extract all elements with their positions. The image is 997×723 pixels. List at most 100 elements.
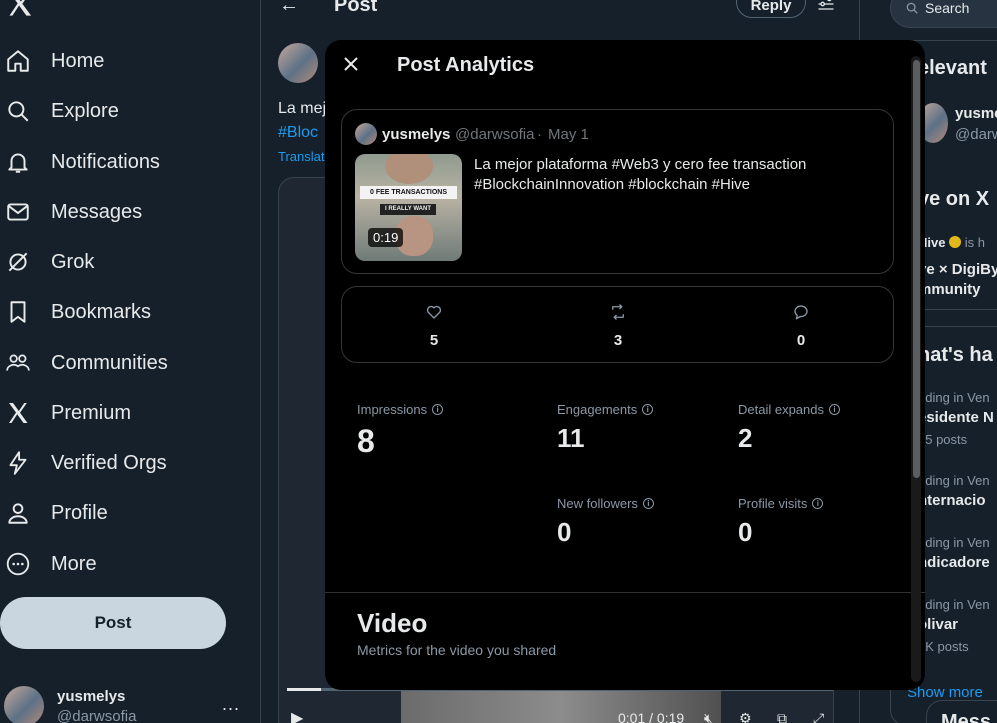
heart-icon (426, 305, 442, 319)
live-title-line1[interactable]: ve × DigiBy (918, 261, 997, 278)
trend-name[interactable]: ndicadore (918, 554, 990, 571)
likes-count: 5 (429, 332, 439, 349)
mute-icon[interactable]: 🔇︎ (704, 710, 713, 723)
nav-communities[interactable]: Communities (0, 341, 168, 385)
messages-drawer[interactable]: Mess (926, 700, 997, 723)
trend-count: 85 posts (918, 432, 968, 447)
nav-explore[interactable]: Explore (0, 89, 119, 133)
thumbnail-figure (385, 154, 433, 184)
trend-context: nding in Ven (918, 390, 990, 405)
trend-name[interactable]: esidente N (918, 409, 994, 426)
nav-label: Explore (51, 99, 119, 122)
more-options-icon[interactable]: ... (222, 694, 240, 715)
live-host[interactable]: Hive is h (918, 235, 985, 250)
nav-label: Bookmarks (51, 300, 152, 323)
search-placeholder: Search (925, 0, 970, 16)
thumbnail-caption: I REALLY WANT (380, 204, 436, 215)
post-preview-card[interactable]: yusmelys @darwsofia · May 1 0 FEE TRANSA… (341, 109, 894, 274)
nav-label: Messages (51, 200, 143, 223)
trend-context: nding in Ven (918, 473, 990, 488)
fullscreen-icon[interactable]: ⤢ (813, 710, 824, 723)
search-icon (906, 2, 918, 14)
info-icon[interactable]: i (642, 498, 654, 509)
metric-label: New followers (557, 496, 638, 511)
metric-value: 2 (738, 423, 753, 453)
gear-icon[interactable]: ⚙ (739, 710, 752, 723)
metric-label: Profile visits (738, 496, 808, 511)
trend-context: nding in Ven (918, 535, 990, 550)
relevant-user-name[interactable]: yusme (955, 105, 997, 122)
repost-icon (612, 304, 624, 320)
close-button[interactable] (339, 52, 363, 76)
account-handle: @darwsofia (57, 708, 137, 723)
video-thumbnail[interactable]: 0 FEE TRANSACTIONS I REALLY WANT 0:19 (355, 154, 462, 261)
post-button[interactable]: Post (0, 597, 226, 649)
modal-title: Post Analytics (397, 54, 535, 76)
search-icon (1, 94, 35, 128)
trend-count: 4K posts (918, 639, 969, 654)
account-switcher[interactable]: yusmelys @darwsofia ... (0, 680, 250, 723)
post-date: May 1 (548, 126, 589, 143)
nav-more[interactable]: More (0, 542, 97, 586)
home-icon (1, 44, 35, 78)
envelope-icon (1, 195, 35, 229)
nav-label: Notifications (51, 150, 160, 173)
more-circle-icon (1, 547, 35, 581)
info-icon[interactable]: i (642, 404, 654, 415)
likes-stat: 5 (404, 303, 464, 349)
nav-bookmarks[interactable]: Bookmarks (0, 290, 151, 334)
translate-link[interactable]: Translat (278, 149, 324, 164)
x-logo-icon (1, 396, 35, 430)
nav-profile[interactable]: Profile (0, 491, 108, 535)
sliders-icon[interactable] (816, 0, 836, 14)
trend-name[interactable]: nternacio (918, 492, 986, 509)
live-host-suffix: is h (964, 235, 985, 250)
metric-profile-visits: Profile visits i 0 (738, 496, 824, 548)
back-arrow-icon[interactable]: ← (279, 0, 299, 17)
nav-label: Communities (51, 351, 168, 374)
metric-new-followers: New followers i 0 (557, 496, 654, 548)
hashtag-link[interactable]: #Bloc (278, 124, 318, 142)
avatar (355, 123, 377, 145)
pip-icon[interactable]: ⧉ (777, 710, 787, 723)
lightning-icon (1, 446, 35, 480)
metric-value: 0 (557, 517, 572, 547)
x-logo-icon[interactable] (6, 0, 34, 18)
person-icon (1, 496, 35, 530)
info-icon[interactable]: i (812, 498, 824, 509)
play-icon[interactable]: ▶ (291, 708, 303, 723)
metric-impressions: Impressions i 8 (357, 402, 444, 460)
reposts-stat: 3 (588, 303, 648, 349)
nav-grok[interactable]: Grok (0, 240, 94, 284)
metric-value: 11 (557, 423, 585, 453)
nav-label: Profile (51, 501, 108, 524)
search-input[interactable]: Search (890, 0, 997, 28)
metric-engagements: Engagements i 11 (557, 402, 654, 454)
left-sidebar: Home Explore Notifications Messages Grok… (0, 0, 260, 723)
reply-button[interactable]: Reply (736, 0, 806, 18)
info-icon[interactable]: i (432, 404, 444, 415)
separator: · (537, 126, 542, 143)
live-title-line2[interactable]: mmunity (918, 281, 981, 298)
replies-count: 0 (796, 332, 806, 349)
engagement-summary: 5 3 0 (341, 286, 894, 363)
video-section-subtitle: Metrics for the video you shared (357, 642, 557, 658)
metric-label: Impressions (357, 402, 428, 417)
bookmark-icon (1, 295, 35, 329)
nav-verified-orgs[interactable]: Verified Orgs (0, 441, 167, 485)
thumbnail-caption: 0 FEE TRANSACTIONS (360, 186, 457, 199)
avatar[interactable] (278, 43, 318, 83)
modal-scrollbar-thumb[interactable] (913, 60, 920, 478)
nav-premium[interactable]: Premium (0, 391, 131, 435)
trends-heading: hat's ha (918, 344, 993, 366)
reply-bubble-icon (794, 305, 808, 320)
nav-messages[interactable]: Messages (0, 190, 142, 234)
grok-icon (1, 245, 35, 279)
close-icon (344, 57, 358, 71)
nav-notifications[interactable]: Notifications (0, 140, 160, 184)
info-icon[interactable]: i (829, 404, 840, 415)
nav-label: Home (51, 49, 105, 72)
post-author-handle: @darwsofia (455, 126, 535, 143)
nav-label: Premium (51, 401, 132, 424)
nav-home[interactable]: Home (0, 39, 104, 83)
